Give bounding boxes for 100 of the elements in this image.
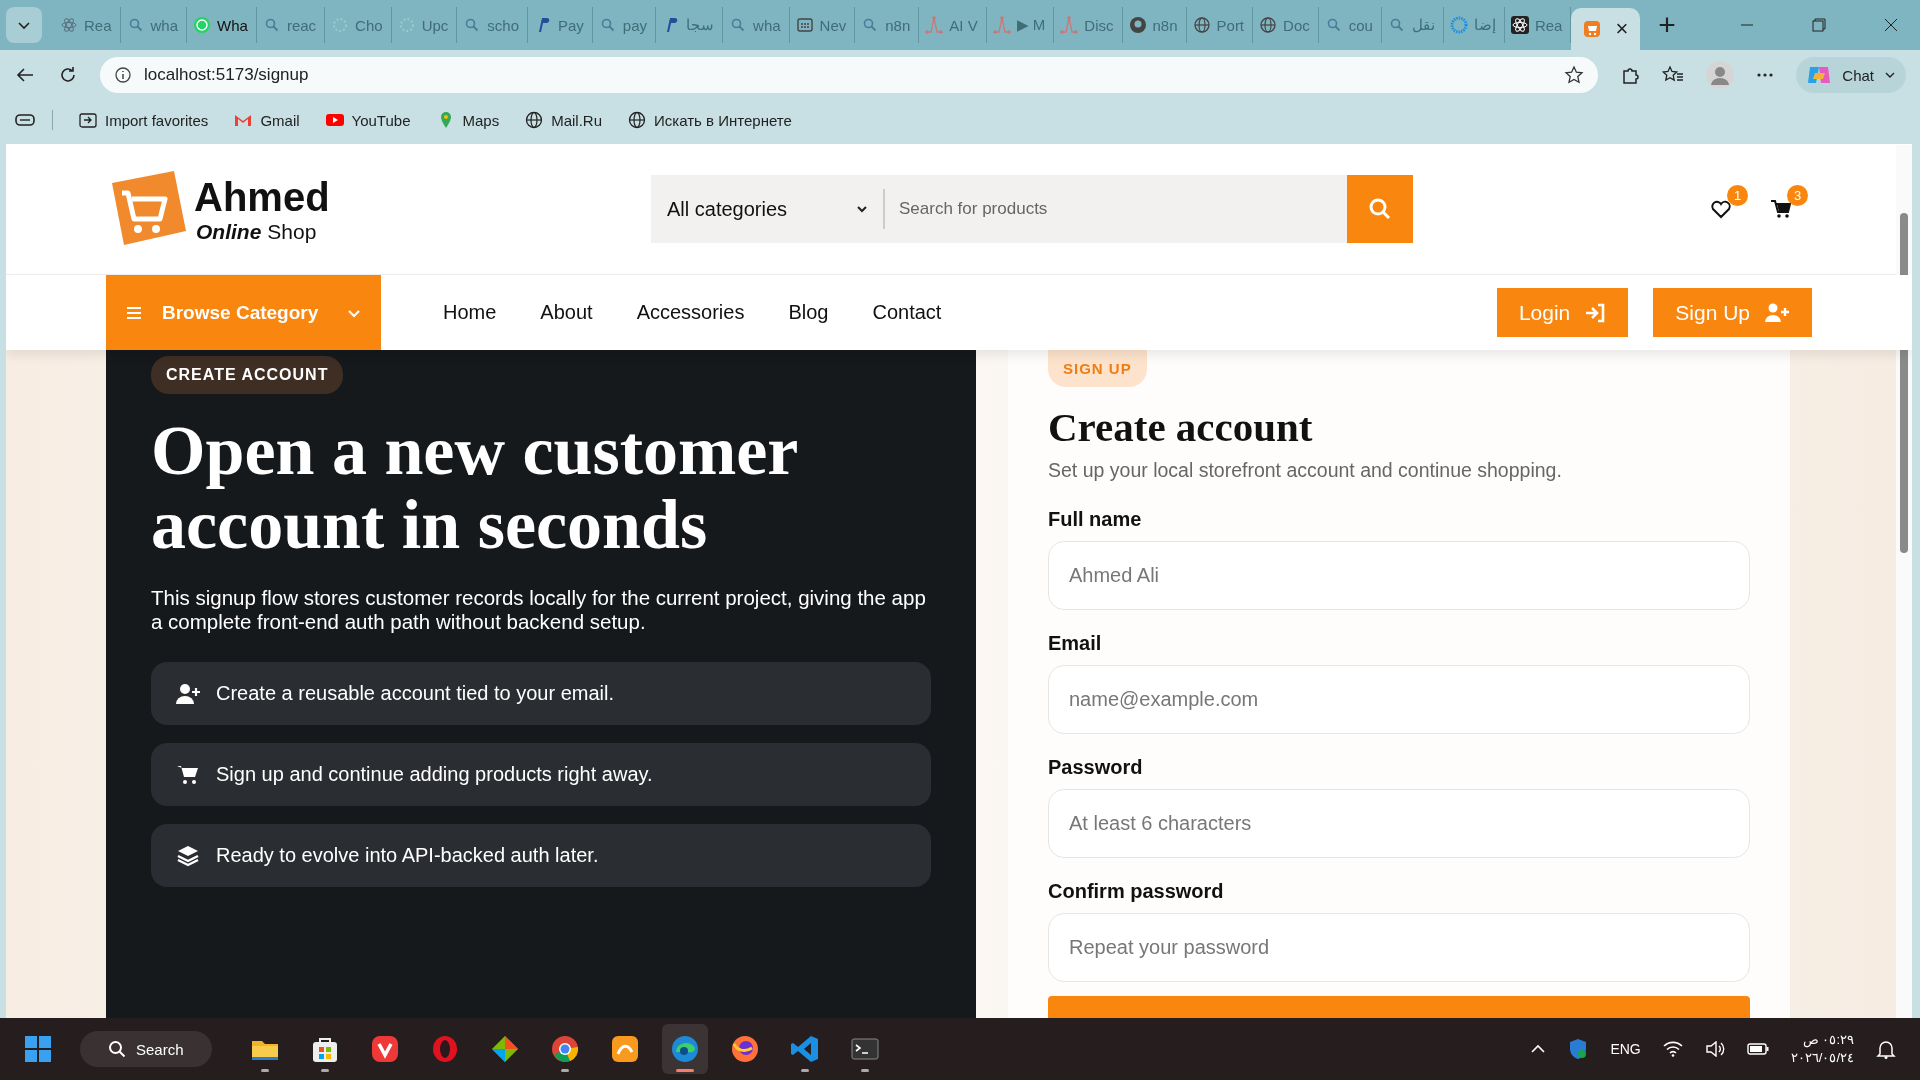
browser-tab[interactable]: cou bbox=[1318, 7, 1382, 43]
input-field[interactable]: At least 6 characters bbox=[1048, 789, 1750, 858]
extensions-icon[interactable] bbox=[1620, 65, 1641, 85]
battery-icon[interactable] bbox=[1746, 1042, 1769, 1056]
user-plus-icon bbox=[176, 682, 200, 705]
tab-title: wha bbox=[150, 16, 179, 34]
bookmark[interactable]: Искать в Интернете bbox=[628, 111, 792, 129]
browser-tab[interactable]: إضا bbox=[1443, 7, 1505, 43]
clock[interactable]: ٠٥:٢٩ ص ٢٠٢٦/٠٥/٢٤ bbox=[1790, 1031, 1854, 1067]
login-button[interactable]: Login bbox=[1496, 288, 1629, 337]
hero-heading: Open a new customer account in seconds bbox=[151, 414, 799, 562]
bookmark[interactable]: Gmail bbox=[234, 111, 300, 129]
tab-title: Disc bbox=[1084, 16, 1114, 34]
chat-button[interactable]: Chat bbox=[1796, 57, 1906, 93]
form-subtitle: Set up your local storefront account and continue shopping. bbox=[1048, 459, 1563, 482]
browser-tab[interactable]: wha bbox=[120, 7, 188, 43]
wifi-icon[interactable] bbox=[1662, 1041, 1683, 1057]
nav-link[interactable]: Contact bbox=[872, 301, 942, 324]
search-field[interactable]: Search for products bbox=[885, 175, 1347, 243]
browser-tab[interactable]: Disc bbox=[1054, 7, 1123, 43]
taskbar-app[interactable] bbox=[661, 1024, 708, 1074]
sign-in-icon bbox=[1584, 302, 1607, 323]
nav-link[interactable]: Home bbox=[443, 301, 497, 324]
scrollbar[interactable] bbox=[1896, 145, 1912, 1018]
shop-tagline-bold: Online bbox=[196, 220, 262, 242]
nav-link[interactable]: About bbox=[540, 301, 593, 324]
bookmark[interactable]: YouTube bbox=[325, 111, 411, 129]
browser-tab[interactable]: wha bbox=[723, 7, 790, 43]
browser-tab[interactable]: Pay bbox=[528, 7, 593, 43]
cart-count-badge: 3 bbox=[1787, 185, 1808, 206]
browser-tab[interactable]: Wha bbox=[187, 7, 257, 43]
browser-tab[interactable]: Cho bbox=[325, 7, 392, 43]
profile-avatar-icon[interactable] bbox=[1706, 61, 1735, 89]
menu-icon bbox=[126, 305, 142, 320]
browser-tab[interactable]: × bbox=[1571, 8, 1641, 50]
site-icon bbox=[925, 16, 944, 34]
browser-tab[interactable]: scho bbox=[457, 7, 528, 43]
app-icon bbox=[729, 1034, 760, 1064]
app-icon bbox=[549, 1034, 580, 1064]
info-icon bbox=[114, 66, 132, 84]
globe-icon bbox=[1192, 16, 1211, 34]
category-dropdown[interactable]: All categories bbox=[651, 175, 885, 243]
browser-tab[interactable]: Port bbox=[1186, 7, 1254, 43]
tab-title: إضا bbox=[1473, 16, 1496, 34]
tab-title: Nev bbox=[819, 16, 847, 34]
browser-tab[interactable]: سجا bbox=[656, 7, 724, 43]
notification-bell-icon[interactable] bbox=[1876, 1039, 1896, 1059]
tab-list-button[interactable] bbox=[6, 7, 42, 43]
browser-tab[interactable]: Nev bbox=[789, 7, 856, 43]
volume-icon[interactable] bbox=[1704, 1041, 1725, 1057]
heart-icon[interactable] bbox=[1710, 199, 1732, 219]
app-icon bbox=[669, 1034, 700, 1064]
nav-link[interactable]: Accessories bbox=[636, 301, 745, 324]
bookmark[interactable]: Maps bbox=[436, 111, 500, 129]
close-tab-button[interactable]: × bbox=[1615, 16, 1629, 42]
close-icon[interactable] bbox=[1884, 18, 1898, 32]
section-label: SIGN UP bbox=[1048, 350, 1147, 387]
browser-tab[interactable]: n8n bbox=[855, 7, 920, 43]
address-bar[interactable]: localhost:5173/signup bbox=[100, 57, 1599, 93]
browser-tab[interactable]: Rea bbox=[1504, 7, 1572, 43]
tab-title: Wha bbox=[217, 16, 248, 34]
input-field[interactable]: name@example.com bbox=[1048, 665, 1750, 734]
site-icon bbox=[992, 16, 1011, 34]
collections-icon[interactable] bbox=[14, 112, 36, 128]
section-label: CREATE ACCOUNT bbox=[151, 356, 344, 394]
tab-title: Cho bbox=[355, 16, 383, 34]
field-label: Confirm password bbox=[1048, 880, 1225, 903]
browser-tab[interactable]: Rea bbox=[54, 7, 121, 43]
tab-title: n8n bbox=[1152, 16, 1178, 34]
bookmark[interactable]: Import favorites bbox=[79, 111, 209, 129]
restore-icon[interactable] bbox=[1812, 18, 1826, 32]
reload-icon[interactable] bbox=[58, 65, 78, 85]
site-icon bbox=[795, 16, 814, 34]
browser-tab[interactable]: reac bbox=[256, 7, 326, 43]
browser-tab[interactable]: n8n bbox=[1122, 7, 1187, 43]
nav-link[interactable]: Blog bbox=[788, 301, 829, 324]
taskbar-search[interactable]: Search bbox=[80, 1031, 212, 1067]
input-field[interactable]: Ahmed Ali bbox=[1048, 541, 1750, 610]
field-label: Email bbox=[1048, 632, 1103, 655]
browse-category-button[interactable]: Browse Category bbox=[106, 275, 381, 350]
input-field[interactable]: Repeat your password bbox=[1048, 913, 1750, 982]
browser-tab[interactable]: Upc bbox=[391, 7, 458, 43]
shield-icon[interactable] bbox=[1568, 1038, 1589, 1060]
browser-tab[interactable]: Doc bbox=[1253, 7, 1319, 43]
more-icon[interactable] bbox=[1756, 72, 1775, 78]
new-tab-button[interactable]: + bbox=[1658, 10, 1676, 40]
favorite-star-icon[interactable] bbox=[1564, 65, 1585, 85]
browser-tab[interactable]: ▶ M bbox=[986, 7, 1055, 43]
browser-tab[interactable]: AI V bbox=[919, 7, 987, 43]
browser-tab[interactable]: نقل bbox=[1381, 7, 1444, 43]
cart-icon[interactable] bbox=[1770, 199, 1792, 219]
start-icon[interactable] bbox=[24, 1035, 52, 1063]
tab-title: نقل bbox=[1411, 16, 1435, 34]
browser-tab[interactable]: pay bbox=[592, 7, 657, 43]
language-indicator[interactable]: ENG bbox=[1610, 1041, 1641, 1057]
tab-title: سجا bbox=[686, 16, 715, 34]
app-icon bbox=[789, 1034, 820, 1064]
bookmark[interactable]: Mail.Ru bbox=[525, 111, 603, 129]
import-icon bbox=[79, 111, 97, 129]
signup-button[interactable]: Sign Up bbox=[1653, 288, 1812, 337]
